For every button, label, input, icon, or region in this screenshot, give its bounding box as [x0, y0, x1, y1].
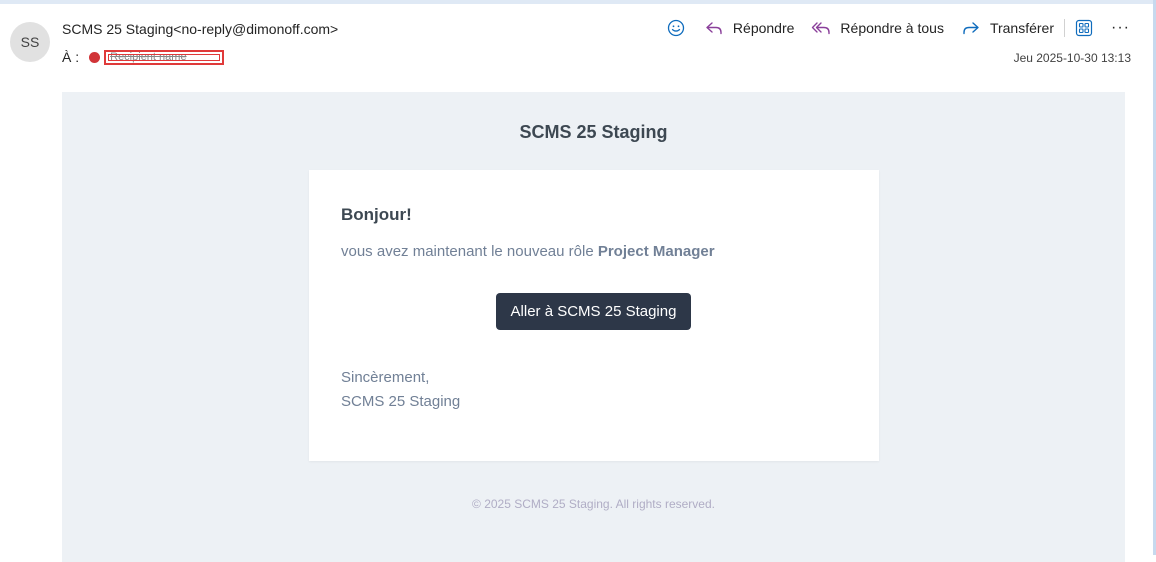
recipient-chip-redacted[interactable]: Recipient name	[104, 49, 225, 65]
go-to-scms-button[interactable]: Aller à SCMS 25 Staging	[496, 293, 691, 330]
sender-avatar[interactable]: SS	[10, 22, 50, 62]
role-name: Project Manager	[597, 243, 715, 260]
greeting: Bonjour!	[341, 205, 412, 224]
reply-all-arrow-icon	[810, 17, 832, 39]
role-message: vous avez maintenant le nouveau rôle Pro…	[341, 243, 715, 260]
toolbar-divider	[1064, 19, 1066, 37]
recipient-row: À : Recipient name	[62, 48, 225, 66]
apps-grid-icon[interactable]	[1073, 17, 1095, 39]
window-top-strip	[0, 0, 1156, 4]
email-title: SCMS 25 Staging	[519, 122, 668, 142]
forward-label: Transférer	[989, 20, 1055, 36]
reply-all-button[interactable]: Répondre à tous	[810, 17, 944, 39]
reply-button[interactable]: Répondre	[703, 17, 795, 39]
email-card: Bonjour! vous avez maintenant le nouveau…	[309, 170, 879, 461]
message-toolbar: Répondre Répondre à tous Transférer ···	[665, 17, 1130, 39]
more-actions-button[interactable]: ···	[1111, 19, 1130, 37]
reply-arrow-icon	[703, 17, 725, 39]
signature: SCMS 25 Staging	[341, 393, 461, 410]
email-footer: © 2025 SCMS 25 Staging. All rights reser…	[472, 497, 715, 511]
role-message-prefix: vous avez maintenant le nouveau rôle	[341, 243, 598, 260]
reply-label: Répondre	[732, 20, 795, 36]
to-label: À :	[62, 49, 80, 65]
sender-name[interactable]: SCMS 25 Staging<no-reply@dimonoff.com>	[62, 21, 338, 37]
signoff: Sincèrement,	[341, 369, 430, 386]
emoji-smile-icon[interactable]	[665, 17, 687, 39]
message-date: Jeu 2025-10-30 13:13	[1013, 51, 1131, 65]
reply-all-label: Répondre à tous	[840, 20, 944, 36]
avatar-initials: SS	[20, 34, 40, 50]
forward-arrow-icon	[960, 17, 982, 39]
presence-status-icon	[89, 51, 101, 63]
forward-button[interactable]: Transférer	[960, 17, 1054, 39]
email-body: SCMS 25 Staging Bonjour! vous avez maint…	[62, 92, 1125, 562]
